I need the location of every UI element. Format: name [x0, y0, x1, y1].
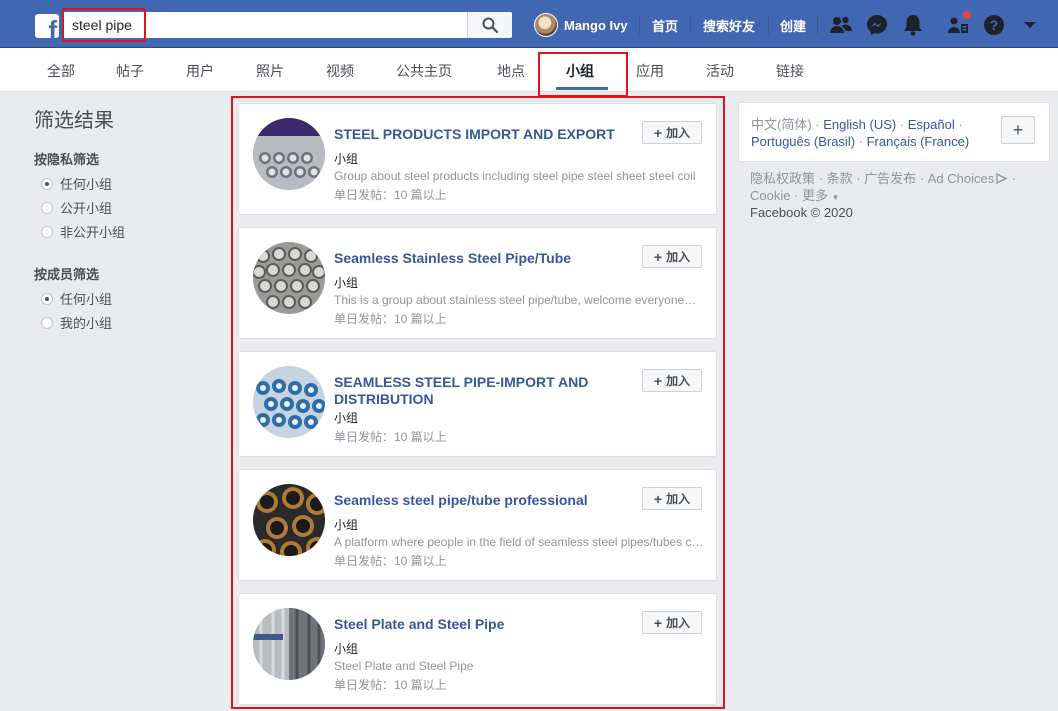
group-type: 小组 [334, 642, 359, 656]
group-title-link[interactable]: SEAMLESS STEEL PIPE-IMPORT AND DISTRIBUT… [334, 374, 624, 408]
language-list: 中文(简体) · English (US) · Español · Portug… [751, 117, 970, 149]
search-tabs-bar [0, 48, 1058, 92]
group-activity: 单日发帖：10 篇以上 [334, 678, 447, 692]
tab-apps[interactable]: 应用 [636, 61, 664, 81]
privacy-filter-label: 按隐私筛选 [34, 152, 100, 167]
group-thumbnail[interactable] [253, 366, 325, 438]
group-result-card: Seamless steel pipe/tube professional 小组… [238, 469, 717, 581]
group-description: A platform where people in the field of … [334, 535, 704, 549]
group-thumbnail[interactable] [253, 118, 325, 190]
language-link[interactable]: Français (France) [867, 134, 970, 149]
radio[interactable] [41, 201, 53, 214]
profile-link[interactable]: Mango Ivy [534, 13, 628, 37]
membership-option-any[interactable]: 任何小组 [41, 289, 112, 308]
radio-selected[interactable] [41, 177, 53, 190]
join-group-button[interactable]: + 加入 [642, 245, 702, 268]
footer-link-cookie[interactable]: Cookie [750, 188, 790, 203]
footer-links: 隐私权政策 · 条款 · 广告发布 · Ad Choices · Cookie … [750, 171, 1017, 203]
group-title-link[interactable]: Seamless Stainless Steel Pipe/Tube [334, 250, 639, 267]
find-friends-link[interactable]: 搜索好友 [703, 16, 755, 35]
group-type: 小组 [334, 152, 359, 166]
radio[interactable] [41, 225, 53, 238]
footer-link-more[interactable]: 更多 [802, 188, 828, 203]
group-description: Steel Plate and Steel Pipe [334, 659, 474, 673]
group-activity: 单日发帖：10 篇以上 [334, 430, 447, 444]
tab-highlight-box [538, 52, 628, 97]
tab-places[interactable]: 地点 [497, 61, 525, 81]
group-thumbnail[interactable] [253, 484, 325, 556]
join-group-button[interactable]: + 加入 [642, 121, 702, 144]
nav-divider [817, 16, 818, 34]
tab-all[interactable]: 全部 [47, 61, 75, 81]
language-link[interactable]: Español [908, 117, 955, 132]
footer-link-advertising[interactable]: 广告发布 [864, 171, 916, 186]
join-group-button[interactable]: + 加入 [642, 611, 702, 634]
membership-option-mine[interactable]: 我的小组 [41, 313, 112, 332]
group-activity: 单日发帖：10 篇以上 [334, 312, 447, 326]
group-result-card: Steel Plate and Steel Pipe 小组 Steel Plat… [238, 593, 717, 705]
tab-events[interactable]: 活动 [706, 61, 734, 81]
tab-people[interactable]: 用户 [186, 61, 214, 81]
tab-videos[interactable]: 视频 [326, 61, 354, 81]
language-link[interactable]: English (US) [823, 117, 896, 132]
footer-link-privacy[interactable]: 隐私权政策 [750, 171, 815, 186]
home-link[interactable]: 首页 [652, 16, 678, 35]
privacy-option-public[interactable]: 公开小组 [41, 198, 112, 217]
facebook-logo-icon[interactable]: f [35, 14, 59, 38]
group-activity: 单日发帖：10 篇以上 [334, 554, 447, 568]
group-result-card: STEEL PRODUCTS IMPORT AND EXPORT 小组 Grou… [238, 103, 717, 215]
join-group-button[interactable]: + 加入 [642, 487, 702, 510]
group-description: Group about steel products including ste… [334, 169, 696, 183]
membership-filter-label: 按成员筛选 [34, 267, 100, 282]
radio[interactable] [41, 316, 53, 329]
copyright-text: Facebook © 2020 [750, 205, 853, 220]
current-language: 中文(简体) [751, 117, 812, 132]
nav-divider [690, 16, 691, 34]
group-thumbnail[interactable] [253, 608, 325, 680]
create-link[interactable]: 创建 [780, 16, 806, 35]
user-name: Mango Ivy [564, 17, 628, 33]
group-title-link[interactable]: Steel Plate and Steel Pipe [334, 616, 639, 633]
group-title-link[interactable]: STEEL PRODUCTS IMPORT AND EXPORT [334, 126, 644, 143]
nav-divider [768, 16, 769, 34]
tab-pages[interactable]: 公共主页 [396, 61, 452, 81]
language-link[interactable]: Português (Brasil) [751, 134, 855, 149]
search-highlight-box [62, 8, 146, 42]
svg-text:?: ? [990, 17, 999, 33]
add-language-button[interactable]: + [1001, 116, 1035, 144]
group-type: 小组 [334, 411, 359, 425]
group-title-link[interactable]: Seamless steel pipe/tube professional [334, 492, 639, 509]
group-result-card: Seamless Stainless Steel Pipe/Tube 小组 Th… [238, 227, 717, 339]
notification-badge [962, 10, 972, 20]
language-selector-box: 中文(简体) · English (US) · Español · Portug… [738, 102, 1050, 162]
search-icon [482, 17, 498, 33]
messenger-icon[interactable] [865, 13, 889, 37]
ad-choices-icon [996, 172, 1008, 185]
search-button[interactable] [468, 12, 512, 38]
tab-photos[interactable]: 照片 [256, 61, 284, 81]
group-type: 小组 [334, 518, 359, 532]
menu-caret-icon[interactable] [1018, 13, 1042, 37]
avatar [534, 13, 558, 37]
group-description: This is a group about stainless steel pi… [334, 293, 699, 307]
group-result-card: SEAMLESS STEEL PIPE-IMPORT AND DISTRIBUT… [238, 351, 717, 457]
footer-link-terms[interactable]: 条款 [827, 171, 853, 186]
privacy-option-closed[interactable]: 非公开小组 [41, 222, 125, 241]
group-activity: 单日发帖：10 篇以上 [334, 188, 447, 202]
group-thumbnail[interactable] [253, 242, 325, 314]
privacy-option-any[interactable]: 任何小组 [41, 174, 112, 193]
friends-icon[interactable] [829, 13, 853, 37]
nav-divider [639, 16, 640, 34]
help-icon[interactable]: ? [982, 13, 1006, 37]
tab-links[interactable]: 链接 [776, 61, 804, 81]
notifications-icon[interactable] [901, 13, 925, 37]
group-type: 小组 [334, 276, 359, 290]
more-caret-icon: ▼ [831, 193, 840, 202]
filter-title: 筛选结果 [34, 110, 114, 132]
tab-posts[interactable]: 帖子 [116, 61, 144, 81]
radio-selected[interactable] [41, 292, 53, 305]
footer-link-ad-choices[interactable]: Ad Choices [928, 171, 994, 186]
join-group-button[interactable]: + 加入 [642, 369, 702, 392]
